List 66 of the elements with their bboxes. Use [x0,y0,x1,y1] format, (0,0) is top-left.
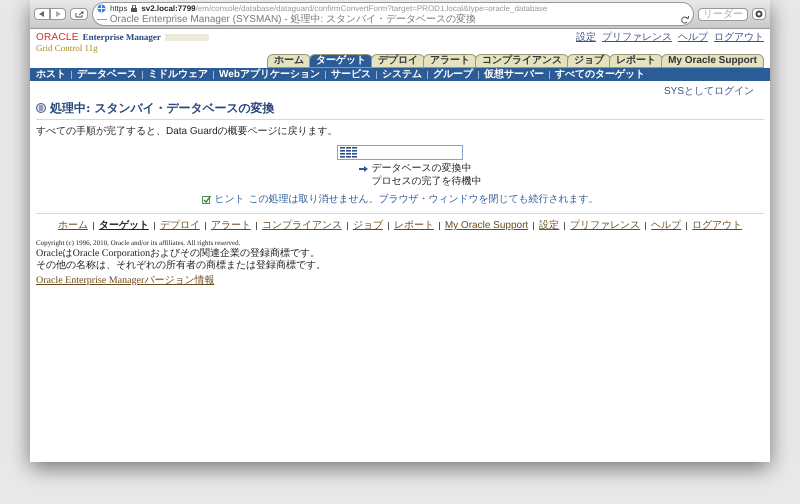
copyright-text: OracleはOracle Corporationおよびその関連企業の登録商標です。 [36,248,322,260]
footer-link[interactable]: プリファレンス [570,220,640,232]
login-status: SYSとしてログイン [664,85,754,99]
page-title: — Oracle Enterprise Manager (SYSMAN) - 処理中: スタンバイ・データベースの変換 [97,14,476,25]
global-link[interactable]: 設定 [576,32,596,44]
address-field[interactable]: https sv2.local:7799/em/console/database/dataguard/confirmConvertForm?target=PROD1.local&type=oracle_database — Oracle Enterprise Manager (SYSMAN) - 処理中: スタンバイ・データベースの変換 [92,2,694,26]
nav-tab[interactable]: アラート [423,54,478,68]
footer-link[interactable]: コンプライアンス [262,220,342,232]
nav-tab[interactable]: ジョブ [567,54,612,68]
back-button[interactable] [34,8,50,20]
url-text: sv2.local:7799/em/console/database/dataguard/confirmConvertForm?target=PROD1.local&type=oracle_database [141,3,548,14]
hint-label: ヒント [214,193,244,207]
progress-bars-icon [340,147,358,158]
footer-link[interactable]: 設定 [539,220,560,232]
checkmark-icon [202,195,210,204]
forward-button[interactable] [50,8,66,20]
step-text: データベースの変換中 [372,162,472,175]
hint-text: この処理は取り消せません。ブラウザ・ウィンドウを閉じても続行されます。 [248,192,598,207]
sub-tab[interactable]: ミドルウェア [148,69,208,80]
sub-tab[interactable]: すべてのターゲット [554,69,645,80]
globe-icon [97,4,106,13]
arrow-icon [358,166,368,172]
nav-tab[interactable]: コンプライアンス [475,54,570,68]
footer-link[interactable]: My Oracle Support [444,220,528,232]
step-text: プロセスの完了を待機中 [372,175,482,188]
footer-link[interactable]: ターゲット [98,220,149,232]
sub-tab[interactable]: データベース [77,69,137,80]
edition-name: Grid Control 11g [36,43,99,54]
global-link[interactable]: プリファレンス [602,32,672,44]
sub-tab[interactable]: ホスト [36,69,66,80]
forward-icon [55,11,61,17]
global-link[interactable]: ヘルプ [678,32,708,44]
sub-tab[interactable]: 仮想サーバー [484,69,544,80]
sub-tab[interactable]: Webアプリケーション [219,69,320,80]
product-name: Enterprise Manager [82,32,161,43]
footer-link[interactable]: アラート [210,220,251,232]
footer-link[interactable]: レポート [394,220,434,232]
sub-tab[interactable]: システム [382,69,422,80]
share-icon [74,10,84,18]
footer-link[interactable]: ログアウト [692,220,742,232]
processing-icon [36,103,46,113]
global-link[interactable]: ログアウト [714,32,764,44]
sub-tab[interactable]: グループ [432,69,473,80]
sub-tab[interactable]: サービス [330,69,371,80]
stop-icon [755,10,763,18]
copyright-text: その他の名称は、それぞれの所有者の商標または登録商標です。 [36,260,327,272]
back-icon [39,11,45,17]
intro-text: すべての手順が完了すると、Data Guardの概要ページに戻ります。 [36,124,339,139]
footer-link[interactable]: デプロイ [160,220,200,232]
footer-link[interactable]: ホーム [58,220,88,232]
url-protocol: https [110,3,128,14]
nav-tab[interactable]: デプロイ [371,54,426,68]
page-title-heading: 処理中: スタンバイ・データベースの変換 [50,100,275,117]
stop-button[interactable] [752,8,766,20]
share-button[interactable] [70,8,88,20]
nav-tab[interactable]: ホーム [267,54,312,68]
brand-logo: ORACLE [36,32,79,43]
footer-link[interactable]: ヘルプ [651,220,682,232]
nav-tab[interactable]: ターゲット [309,54,374,68]
about-link[interactable]: Oracle Enterprise Managerバージョン情報 [36,273,214,288]
nav-tab[interactable]: レポート [609,54,664,68]
lock-icon [131,5,138,12]
footer-link[interactable]: ジョブ [352,220,383,232]
nav-tab[interactable]: My Oracle Support [661,54,764,68]
blurred-block [164,34,209,41]
reload-icon [681,16,689,24]
